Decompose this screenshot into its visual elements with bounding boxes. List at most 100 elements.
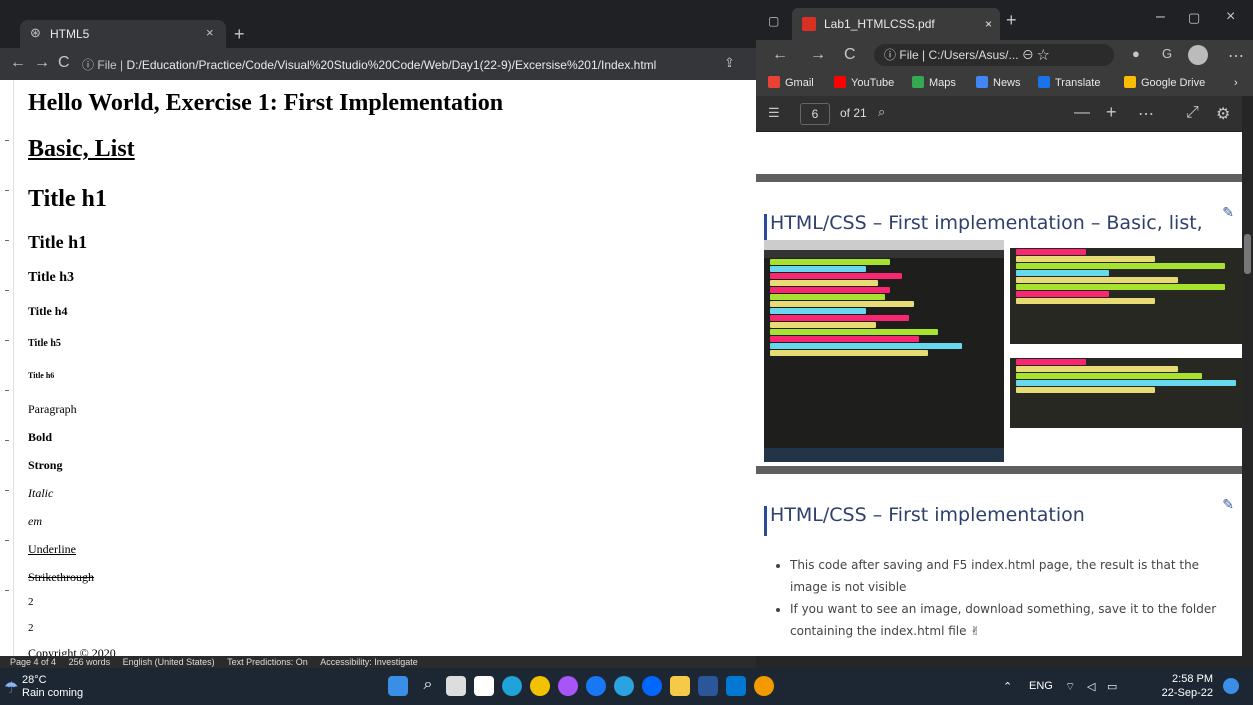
pdf-browser-window: ▢ Lab1_HTMLCSS.pdf × + – ▢ × ← → C ⓘ Fil…	[756, 0, 1253, 668]
wifi-icon[interactable]: ⌔	[1065, 680, 1075, 694]
bookmark-google-drive[interactable]: Google Drive	[1124, 70, 1205, 96]
right-toolbar: ← → C ⓘ File | C:/Users/Asus/... ⊖ ☆ ● G…	[756, 40, 1253, 70]
more-icon[interactable]: ⋯	[1228, 46, 1244, 66]
new-tab-button[interactable]: +	[1006, 10, 1017, 31]
forward-icon[interactable]: →	[810, 46, 826, 64]
strikethrough-text: Strikethrough	[28, 570, 94, 584]
zalo-icon[interactable]	[642, 676, 662, 696]
page-total: of 21	[840, 106, 867, 120]
left-browser-window: ⊛ HTML5 × + ← → C ⓘ File | D:/Education/…	[0, 0, 756, 668]
zoom-icon[interactable]: ⊖	[1022, 48, 1034, 62]
address-text: C:/Users/Asus/...	[928, 48, 1019, 62]
word-icon[interactable]	[698, 676, 718, 696]
vertical-scrollbar[interactable]	[1242, 96, 1253, 656]
clock[interactable]: 2:58 PM 22-Sep-22	[1149, 672, 1213, 700]
zoom-out-icon[interactable]: —	[1074, 104, 1090, 122]
volume-icon[interactable]: ◁	[1087, 680, 1095, 693]
page-content: Hello World, Exercise 1: First Implement…	[0, 80, 756, 656]
task-view-icon[interactable]	[446, 676, 466, 696]
pdf-viewer: HTML/CSS – First implementation – Basic,…	[756, 132, 1242, 656]
bookmark-gmail[interactable]: Gmail	[768, 70, 814, 96]
forward-icon[interactable]: →	[34, 54, 50, 72]
notification-icon[interactable]	[1223, 678, 1239, 694]
weather-widget[interactable]: 28°C Rain coming	[22, 674, 83, 700]
search-icon[interactable]: ⌕	[878, 104, 885, 120]
more-options-icon[interactable]: ⋯	[1138, 104, 1154, 124]
bookmark-maps[interactable]: Maps	[912, 70, 956, 96]
chrome-icon[interactable]	[530, 676, 550, 696]
address-bar[interactable]: ⓘ File | D:/Education/Practice/Code/Visu…	[82, 55, 682, 75]
underline-text: Underline	[28, 542, 76, 556]
battery-icon[interactable]: ▭	[1107, 680, 1117, 693]
language-status[interactable]: English (United States)	[123, 657, 215, 667]
reload-icon[interactable]: C	[844, 46, 856, 64]
bookmark-news[interactable]: News	[976, 70, 1021, 96]
new-tab-button[interactable]: +	[234, 24, 245, 45]
title-h3: Title h3	[28, 270, 75, 285]
vscode-icon[interactable]	[726, 676, 746, 696]
bookmarks-overflow-icon[interactable]: ›	[1234, 70, 1238, 96]
favorite-icon[interactable]: ☆	[1037, 48, 1049, 62]
zoom-in-icon[interactable]: +	[1106, 102, 1117, 123]
bookmarks-bar: Gmail YouTube Maps News Translate Google…	[756, 70, 1253, 96]
slide-title: HTML/CSS – First implementation – Basic,…	[764, 212, 1203, 244]
tab-html5[interactable]: ⊛ HTML5 ×	[20, 20, 226, 48]
pdf-slide-1: HTML/CSS – First implementation – Basic,…	[756, 182, 1242, 466]
chrome-canary-icon[interactable]	[754, 676, 774, 696]
store-icon[interactable]	[474, 676, 494, 696]
basic-list-heading[interactable]: Basic, List	[28, 136, 135, 163]
file-explorer-icon[interactable]	[670, 676, 690, 696]
strong-text: Strong	[28, 458, 63, 472]
page-count[interactable]: Page 4 of 4	[10, 657, 56, 667]
messenger-icon[interactable]	[558, 676, 578, 696]
weather-text: Rain coming	[22, 687, 84, 699]
sub-text: 2	[28, 596, 34, 608]
search-icon[interactable]: ⌕	[418, 676, 438, 696]
accessibility-status[interactable]: Accessibility: Investigate	[320, 657, 418, 667]
scrollbar-thumb[interactable]	[1244, 234, 1251, 274]
start-icon[interactable]	[388, 676, 408, 696]
profile-avatar[interactable]	[1188, 45, 1208, 65]
extension-icon[interactable]: ●	[1132, 46, 1140, 61]
tab-title: HTML5	[50, 27, 90, 41]
close-tab-icon[interactable]: ×	[206, 25, 214, 40]
text-predictions-status[interactable]: Text Predictions: On	[227, 657, 308, 667]
page-number-input[interactable]: 6	[800, 103, 830, 125]
code-screenshot-editor	[764, 240, 1004, 462]
language-indicator[interactable]: ENG	[1029, 680, 1053, 692]
date: 22-Sep-22	[1161, 687, 1213, 699]
system-tray: ⌃ ENG ⌔ ◁ ▭ 2:58 PM 22-Sep-22	[1003, 672, 1243, 702]
close-window-icon[interactable]: ×	[1226, 8, 1235, 26]
horizontal-scrollbar[interactable]	[756, 656, 1253, 668]
reload-icon[interactable]: C	[58, 54, 70, 72]
settings-gear-icon[interactable]: ⚙	[1216, 104, 1230, 124]
title-h6: Title h6	[28, 371, 55, 380]
minimize-icon[interactable]: –	[1156, 8, 1165, 26]
close-tab-icon[interactable]: ×	[985, 8, 992, 40]
maximize-icon[interactable]: ▢	[1188, 10, 1200, 26]
edge-icon[interactable]	[502, 676, 522, 696]
tab-actions-icon[interactable]: ▢	[768, 14, 779, 28]
back-icon[interactable]: ←	[10, 54, 26, 72]
tray-overflow-icon[interactable]: ⌃	[1003, 680, 1012, 693]
address-bar[interactable]: ⓘ File | C:/Users/Asus/... ⊖ ☆	[874, 44, 1114, 66]
weather-icon[interactable]: ☂	[4, 678, 18, 698]
title-h4: Title h4	[28, 304, 68, 318]
bookmark-youtube[interactable]: YouTube	[834, 70, 894, 96]
slide-bullet-list: This code after saving and F5 index.html…	[790, 554, 1220, 642]
info-icon: ⓘ	[82, 58, 95, 72]
bookmark-translate[interactable]: Translate	[1038, 70, 1100, 96]
time: 2:58 PM	[1172, 673, 1213, 685]
tab-pdf[interactable]: Lab1_HTMLCSS.pdf ×	[792, 8, 1000, 40]
back-icon[interactable]: ←	[772, 46, 788, 64]
slide-title: HTML/CSS – First implementation	[764, 504, 1085, 536]
contents-icon[interactable]: ☰	[768, 105, 780, 121]
collections-icon[interactable]: G	[1162, 46, 1172, 61]
facebook-icon[interactable]	[586, 676, 606, 696]
tab-title: Lab1_HTMLCSS.pdf	[824, 17, 935, 31]
fit-page-icon[interactable]: ⤢	[1186, 104, 1199, 122]
telegram-icon[interactable]	[614, 676, 634, 696]
word-count[interactable]: 256 words	[69, 657, 111, 667]
list-item: If you want to see an image, download so…	[790, 598, 1220, 642]
share-icon[interactable]: ⇪	[724, 55, 735, 71]
